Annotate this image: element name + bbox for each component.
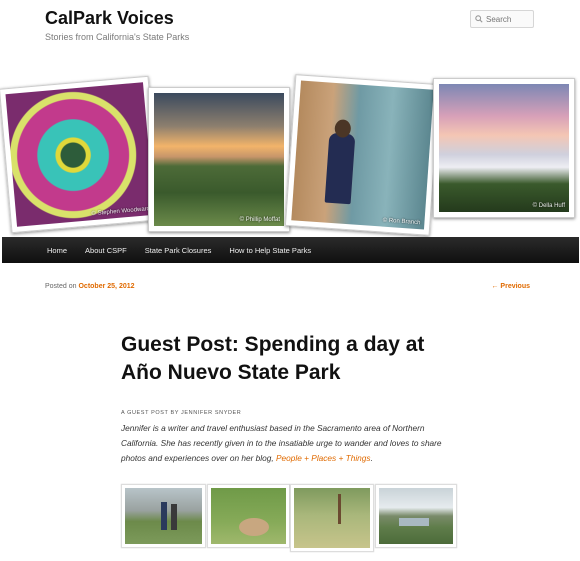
photo-credit: © Ron Branch xyxy=(382,217,421,227)
intro-end: . xyxy=(370,453,373,463)
search-box[interactable] xyxy=(470,10,534,28)
gallery-thumb-coastline[interactable] xyxy=(375,484,457,548)
site-title[interactable]: CalPark Voices xyxy=(45,8,174,29)
post-intro: Jennifer is a writer and travel enthusia… xyxy=(121,421,461,466)
header-photo-door: © Ron Branch xyxy=(284,74,441,236)
post-byline: A GUEST POST BY JENNIFER SNYDER xyxy=(121,410,242,416)
blog-link[interactable]: People + Places + Things xyxy=(276,453,371,463)
nav-item-closures[interactable]: State Park Closures xyxy=(145,246,212,255)
photo-credit: © Della Huff xyxy=(532,203,565,209)
post-title-line-1: Guest Post: Spending a day at xyxy=(121,333,425,356)
post-date-link[interactable]: October 25, 2012 xyxy=(78,283,134,290)
gallery-thumb-grass-seal[interactable] xyxy=(290,484,374,552)
post-meta: Posted on October 25, 2012 xyxy=(45,283,135,290)
main-nav: Home About CSPF State Park Closures How … xyxy=(2,237,579,263)
posted-on-label: Posted on xyxy=(45,283,77,290)
header-photo-anemone: © Stephen Woodward xyxy=(0,75,162,234)
photo-credit: © Stephen Woodward xyxy=(91,206,151,218)
header-photo-tidepool: © Phillip Moffat xyxy=(148,87,290,232)
post-title: Guest Post: Spending a day at Año Nuevo … xyxy=(121,331,461,387)
gallery-thumb-seal[interactable] xyxy=(207,484,290,548)
previous-post-link[interactable]: ← Previous xyxy=(491,283,530,290)
nav-item-help[interactable]: How to Help State Parks xyxy=(229,246,311,255)
search-input[interactable] xyxy=(486,14,530,24)
search-icon xyxy=(475,15,483,23)
nav-item-home[interactable]: Home xyxy=(47,246,67,255)
photo-credit: © Phillip Moffat xyxy=(239,217,280,223)
header-photo-foggy-hills: © Della Huff xyxy=(433,78,575,218)
gallery-thumb-couple[interactable] xyxy=(121,484,206,548)
post-title-line-2: Año Nuevo State Park xyxy=(121,361,341,384)
site-tagline: Stories from California's State Parks xyxy=(45,32,190,42)
nav-item-about[interactable]: About CSPF xyxy=(85,246,127,255)
